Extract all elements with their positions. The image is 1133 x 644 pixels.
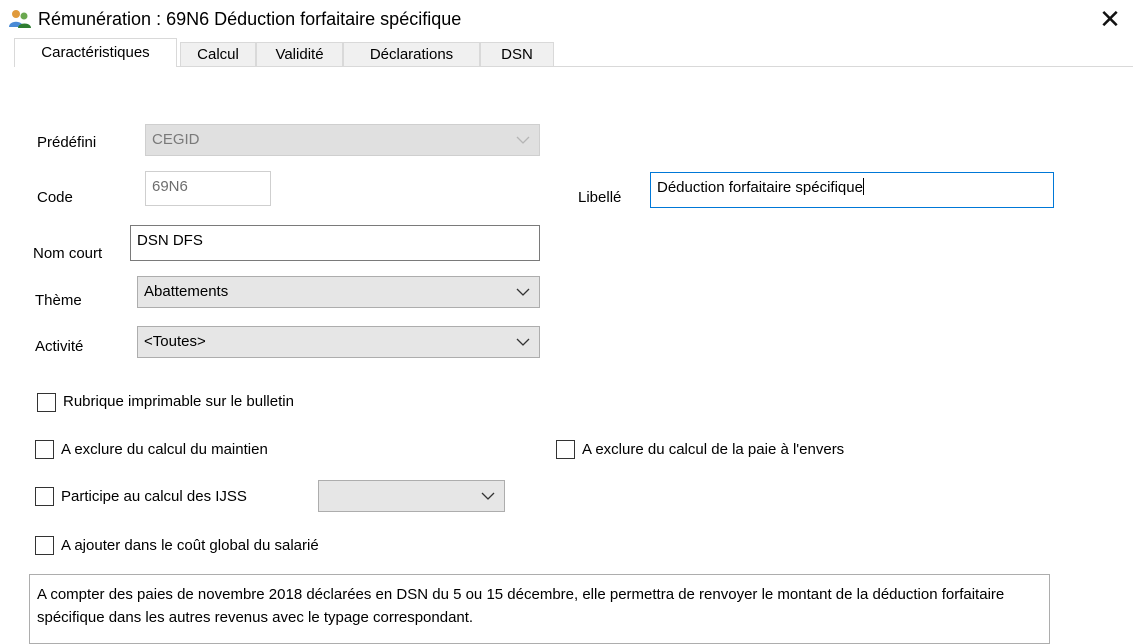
code-field[interactable]: 69N6 bbox=[145, 171, 271, 206]
ijss-label[interactable]: Participe au calcul des IJSS bbox=[61, 487, 247, 507]
title-bar: Rémunération : 69N6 Déduction forfaitair… bbox=[0, 0, 1133, 38]
chevron-down-icon bbox=[516, 338, 530, 346]
imprimable-checkbox[interactable] bbox=[37, 393, 56, 412]
dialog-window: Rémunération : 69N6 Déduction forfaitair… bbox=[0, 0, 1133, 644]
exclure-maintien-checkbox[interactable] bbox=[35, 440, 54, 459]
chevron-down-icon bbox=[516, 288, 530, 296]
theme-select[interactable]: Abattements bbox=[137, 276, 540, 308]
libelle-field[interactable]: Déduction forfaitaire spécifique bbox=[650, 172, 1054, 208]
theme-value: Abattements bbox=[144, 283, 229, 300]
tab-declarations[interactable]: Déclarations bbox=[343, 42, 480, 66]
cout-global-checkbox[interactable] bbox=[35, 536, 54, 555]
text-caret bbox=[862, 178, 864, 195]
theme-label: Thème bbox=[35, 292, 82, 309]
tab-calcul[interactable]: Calcul bbox=[180, 42, 256, 66]
cout-global-label[interactable]: A ajouter dans le coût global du salarié bbox=[61, 536, 319, 556]
exclure-envers-label[interactable]: A exclure du calcul de la paie à l'enver… bbox=[582, 440, 844, 460]
exclure-maintien-label[interactable]: A exclure du calcul du maintien bbox=[61, 440, 268, 460]
exclure-envers-checkbox[interactable] bbox=[556, 440, 575, 459]
code-value: 69N6 bbox=[152, 178, 188, 195]
ijss-select[interactable] bbox=[318, 480, 505, 512]
imprimable-label[interactable]: Rubrique imprimable sur le bulletin bbox=[63, 392, 294, 412]
tab-dsn[interactable]: DSN bbox=[480, 42, 554, 66]
tab-caracteristiques[interactable]: Caractéristiques bbox=[14, 38, 177, 67]
ijss-checkbox[interactable] bbox=[35, 487, 54, 506]
nom-court-field[interactable]: DSN DFS bbox=[130, 225, 540, 261]
predefini-label: Prédéfini bbox=[37, 134, 97, 151]
libelle-label: Libellé bbox=[578, 189, 622, 206]
description-text: A compter des paies de novembre 2018 déc… bbox=[37, 586, 1005, 626]
tab-validite[interactable]: Validité bbox=[256, 42, 343, 66]
activite-label: Activité bbox=[35, 338, 84, 355]
close-icon[interactable]: ✕ bbox=[1095, 4, 1125, 34]
description-memo[interactable]: A compter des paies de novembre 2018 déc… bbox=[29, 574, 1050, 644]
nom-court-value: DSN DFS bbox=[137, 232, 203, 249]
tab-divider bbox=[14, 66, 1133, 67]
predefini-select[interactable]: CEGID bbox=[145, 124, 540, 156]
libelle-value: Déduction forfaitaire spécifique bbox=[657, 178, 864, 196]
code-label: Code bbox=[37, 189, 73, 206]
activite-value: <Toutes> bbox=[144, 333, 206, 350]
chevron-down-icon bbox=[516, 136, 530, 144]
window-title: Rémunération : 69N6 Déduction forfaitair… bbox=[38, 9, 462, 29]
chevron-down-icon bbox=[481, 492, 495, 500]
nom-court-label: Nom court bbox=[33, 245, 103, 262]
activite-select[interactable]: <Toutes> bbox=[137, 326, 540, 358]
users-icon bbox=[9, 10, 31, 28]
predefini-value: CEGID bbox=[152, 131, 200, 148]
